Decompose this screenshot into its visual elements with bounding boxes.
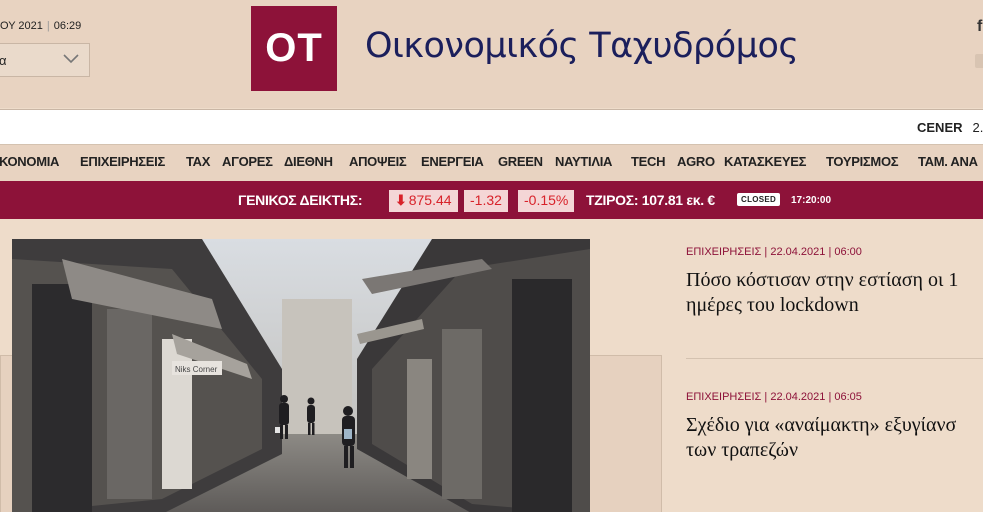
- nav-item-green[interactable]: GREEN: [498, 154, 543, 169]
- nav-item-shipping[interactable]: ΝΑΥΤΙΛΙΑ: [555, 154, 612, 169]
- facebook-icon[interactable]: f: [977, 18, 982, 36]
- article-meta: ΕΠΙΧΕΙΡΗΣΕΙΣ | 22.04.2021 | 06:00: [686, 246, 983, 258]
- article-title-line: ημέρες του lockdown: [686, 294, 859, 316]
- nav-item-tax[interactable]: TAX: [186, 154, 210, 169]
- nav-item-opinions[interactable]: ΑΠΟΨΕΙΣ: [349, 154, 407, 169]
- article-date: 22.04.2021 | 06:05: [770, 391, 862, 403]
- site-logo[interactable]: ΟΤ: [251, 6, 337, 91]
- article-date: 22.04.2021 | 06:00: [770, 246, 862, 258]
- turnover-text: ΤΖΙΡΟΣ: 107.81 εκ. €: [586, 192, 715, 208]
- nav-item-markets[interactable]: ΑΓΟΡΕΣ: [222, 154, 273, 169]
- article-meta: ΕΠΙΧΕΙΡΗΣΕΙΣ | 22.04.2021 | 06:05: [686, 391, 983, 403]
- index-value: 875.44: [408, 192, 452, 208]
- ticker-stock-value: 2.: [972, 120, 983, 135]
- article-title[interactable]: Πόσο κόστισαν στην εστίαση οι 1 ημέρες τ…: [686, 268, 983, 318]
- meta-separator: |: [761, 246, 771, 258]
- meta-separator: |: [761, 391, 771, 403]
- shop-sign-text: Niks Corner: [175, 365, 218, 374]
- nav-item-funds[interactable]: ΤΑΜ. ΑΝΑ: [918, 154, 978, 169]
- market-status-badge: CLOSED: [737, 193, 781, 206]
- index-value-badge: ⬇ 875.44: [389, 190, 458, 212]
- article-divider: [686, 358, 983, 359]
- language-select-value: α: [0, 53, 7, 68]
- article-category[interactable]: ΕΠΙΧΕΙΡΗΣΕΙΣ: [686, 246, 761, 258]
- chevron-down-icon: [63, 54, 79, 64]
- logo-text: ΟΤ: [265, 26, 323, 70]
- ticker-item[interactable]: CENER 2.: [917, 120, 983, 135]
- article-title-line: Σχέδιο για «αναίμακτη» εξυγίανσ: [686, 414, 957, 436]
- index-change-badge: -1.32: [464, 190, 508, 212]
- index-change: -1.32: [470, 192, 502, 208]
- article-title-line: Πόσο κόστισαν στην εστίαση οι 1: [686, 269, 959, 291]
- brand-name[interactable]: Οικονομικός Ταχυδρόμος: [365, 26, 799, 66]
- nav-item-construction[interactable]: ΚΑΤΑΣΚΕΥΕΣ: [724, 154, 806, 169]
- featured-article-image[interactable]: Niks Corner: [12, 239, 590, 512]
- street-photo: Niks Corner: [12, 239, 590, 512]
- main-nav: ΚΟΝΟΜΙΑ ΕΠΙΧΕΙΡΗΣΕΙΣ TAX ΑΓΟΡΕΣ ΔΙΕΘΝΗ Α…: [0, 145, 983, 181]
- article-title[interactable]: Σχέδιο για «αναίμακτη» εξυγίανσ των τραπ…: [686, 413, 983, 463]
- stock-ticker: CENER 2.: [0, 109, 983, 145]
- site-header: ΟΥ 2021 | 06:29 α ΟΤ Οικονομικός Ταχυδρόμο…: [0, 0, 983, 108]
- index-label: ΓΕΝΙΚΟΣ ΔΕΙΚΤΗΣ:: [238, 192, 363, 208]
- index-change-pct: -0.15%: [524, 192, 569, 208]
- header-time: 06:29: [53, 20, 82, 32]
- nav-item-business[interactable]: ΕΠΙΧΕΙΡΗΣΕΙΣ: [80, 154, 165, 169]
- social-icon[interactable]: [975, 54, 983, 68]
- article-item[interactable]: ΕΠΙΧΕΙΡΗΣΕΙΣ | 22.04.2021 | 06:05 Σχέδιο…: [686, 391, 983, 463]
- market-index-bar: ΓΕΝΙΚΟΣ ΔΕΙΚΤΗΣ: ⬇ 875.44 -1.32 -0.15% ΤΖ…: [0, 181, 983, 219]
- nav-item-energy[interactable]: ΕΝΕΡΓΕΙΑ: [421, 154, 484, 169]
- article-title-line: των τραπεζών: [686, 439, 799, 461]
- market-time: 17:20:00: [791, 195, 832, 206]
- header-date-text: ΟΥ 2021: [0, 20, 43, 32]
- arrow-down-icon: ⬇: [395, 192, 407, 208]
- language-select[interactable]: α: [0, 43, 90, 77]
- nav-item-international[interactable]: ΔΙΕΘΝΗ: [284, 154, 333, 169]
- ticker-stock-name: CENER: [917, 120, 963, 135]
- nav-item-economy[interactable]: ΚΟΝΟΜΙΑ: [0, 154, 59, 169]
- nav-item-tech[interactable]: TECH: [631, 154, 666, 169]
- index-change-pct-badge: -0.15%: [518, 190, 575, 212]
- article-category[interactable]: ΕΠΙΧΕΙΡΗΣΕΙΣ: [686, 391, 761, 403]
- article-item[interactable]: ΕΠΙΧΕΙΡΗΣΕΙΣ | 22.04.2021 | 06:00 Πόσο κ…: [686, 246, 983, 318]
- header-date: ΟΥ 2021 | 06:29: [0, 20, 81, 32]
- nav-item-tourism[interactable]: ΤΟΥΡΙΣΜΟΣ: [826, 154, 899, 169]
- date-separator: |: [46, 20, 50, 32]
- nav-item-agro[interactable]: AGRO: [677, 154, 715, 169]
